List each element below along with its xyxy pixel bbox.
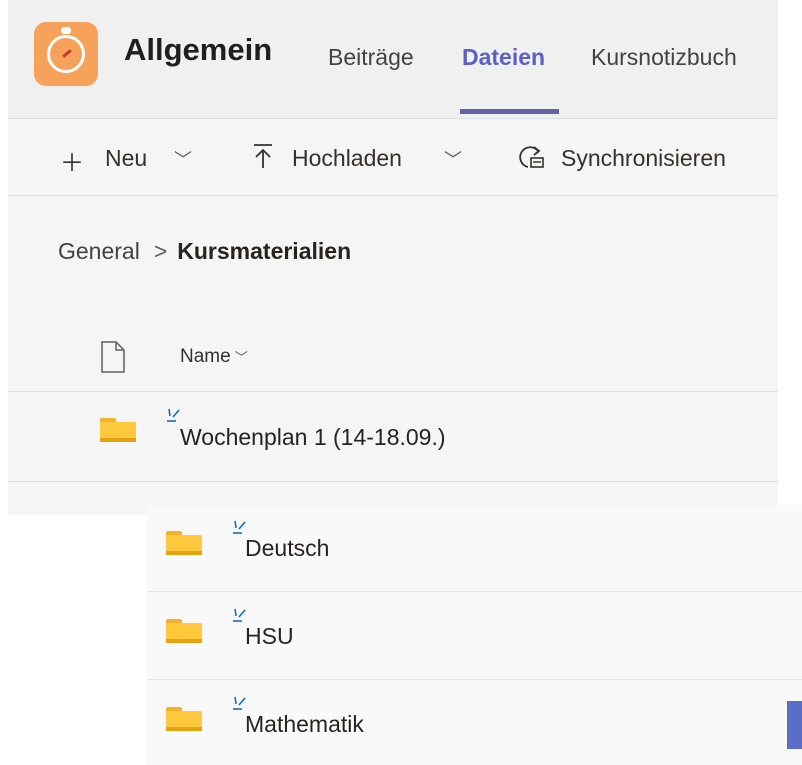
tab-kursnotizbuch[interactable]: Kursnotizbuch	[591, 44, 737, 71]
folder-icon	[100, 418, 136, 442]
folder-name-link[interactable]: Wochenplan 1 (14-18.09.)	[180, 424, 446, 451]
active-tab-indicator	[460, 109, 559, 114]
new-item-sparkle-icon	[167, 408, 180, 422]
sync-button[interactable]: Synchronisieren	[561, 145, 726, 172]
column-name-label: Name	[180, 346, 231, 367]
window-edge	[778, 0, 802, 440]
folder-name-link[interactable]: Mathematik	[245, 711, 364, 738]
folder-icon	[166, 707, 202, 731]
channel-header: Allgemein Beiträge Dateien Kursnotizbuch	[8, 0, 778, 119]
chevron-down-icon[interactable]: ﹀	[444, 146, 462, 172]
tab-dateien[interactable]: Dateien	[462, 44, 545, 71]
folder-list: Deutsch HSU Mathematik	[147, 505, 802, 765]
channel-title: Allgemein	[124, 32, 273, 67]
folder-icon	[166, 619, 202, 643]
divider	[147, 679, 802, 680]
column-header-name[interactable]: Name ﹀	[180, 346, 248, 368]
tab-beitraege[interactable]: Beiträge	[328, 44, 414, 71]
folder-name-link[interactable]: Deutsch	[245, 535, 329, 562]
divider	[147, 591, 802, 592]
files-panel: Allgemein Beiträge Dateien Kursnotizbuch…	[8, 0, 778, 515]
folder-icon	[166, 531, 202, 555]
new-item-sparkle-icon	[233, 608, 246, 622]
breadcrumb: General > Kursmaterialien	[58, 238, 351, 265]
compass-app-icon[interactable]	[34, 22, 98, 86]
divider	[8, 391, 778, 392]
breadcrumb-current: Kursmaterialien	[177, 238, 352, 264]
selection-edge	[787, 701, 802, 749]
plus-icon[interactable]: ＋	[60, 143, 84, 178]
upload-icon[interactable]	[251, 143, 275, 176]
breadcrumb-root[interactable]: General	[58, 238, 140, 264]
chevron-down-icon[interactable]: ﹀	[235, 350, 248, 365]
new-item-sparkle-icon	[233, 696, 246, 710]
new-button[interactable]: Neu	[105, 145, 147, 172]
divider	[8, 481, 778, 482]
folder-name-link[interactable]: HSU	[245, 623, 294, 650]
chevron-right-icon: >	[153, 238, 168, 264]
upload-button[interactable]: Hochladen	[292, 145, 402, 172]
command-bar: ＋ Neu ﹀ Hochladen ﹀ Synchronisieren	[8, 119, 778, 196]
sync-icon[interactable]	[514, 143, 548, 178]
chevron-down-icon[interactable]: ﹀	[174, 146, 192, 172]
new-item-sparkle-icon	[233, 520, 246, 534]
file-type-icon[interactable]	[100, 341, 126, 378]
